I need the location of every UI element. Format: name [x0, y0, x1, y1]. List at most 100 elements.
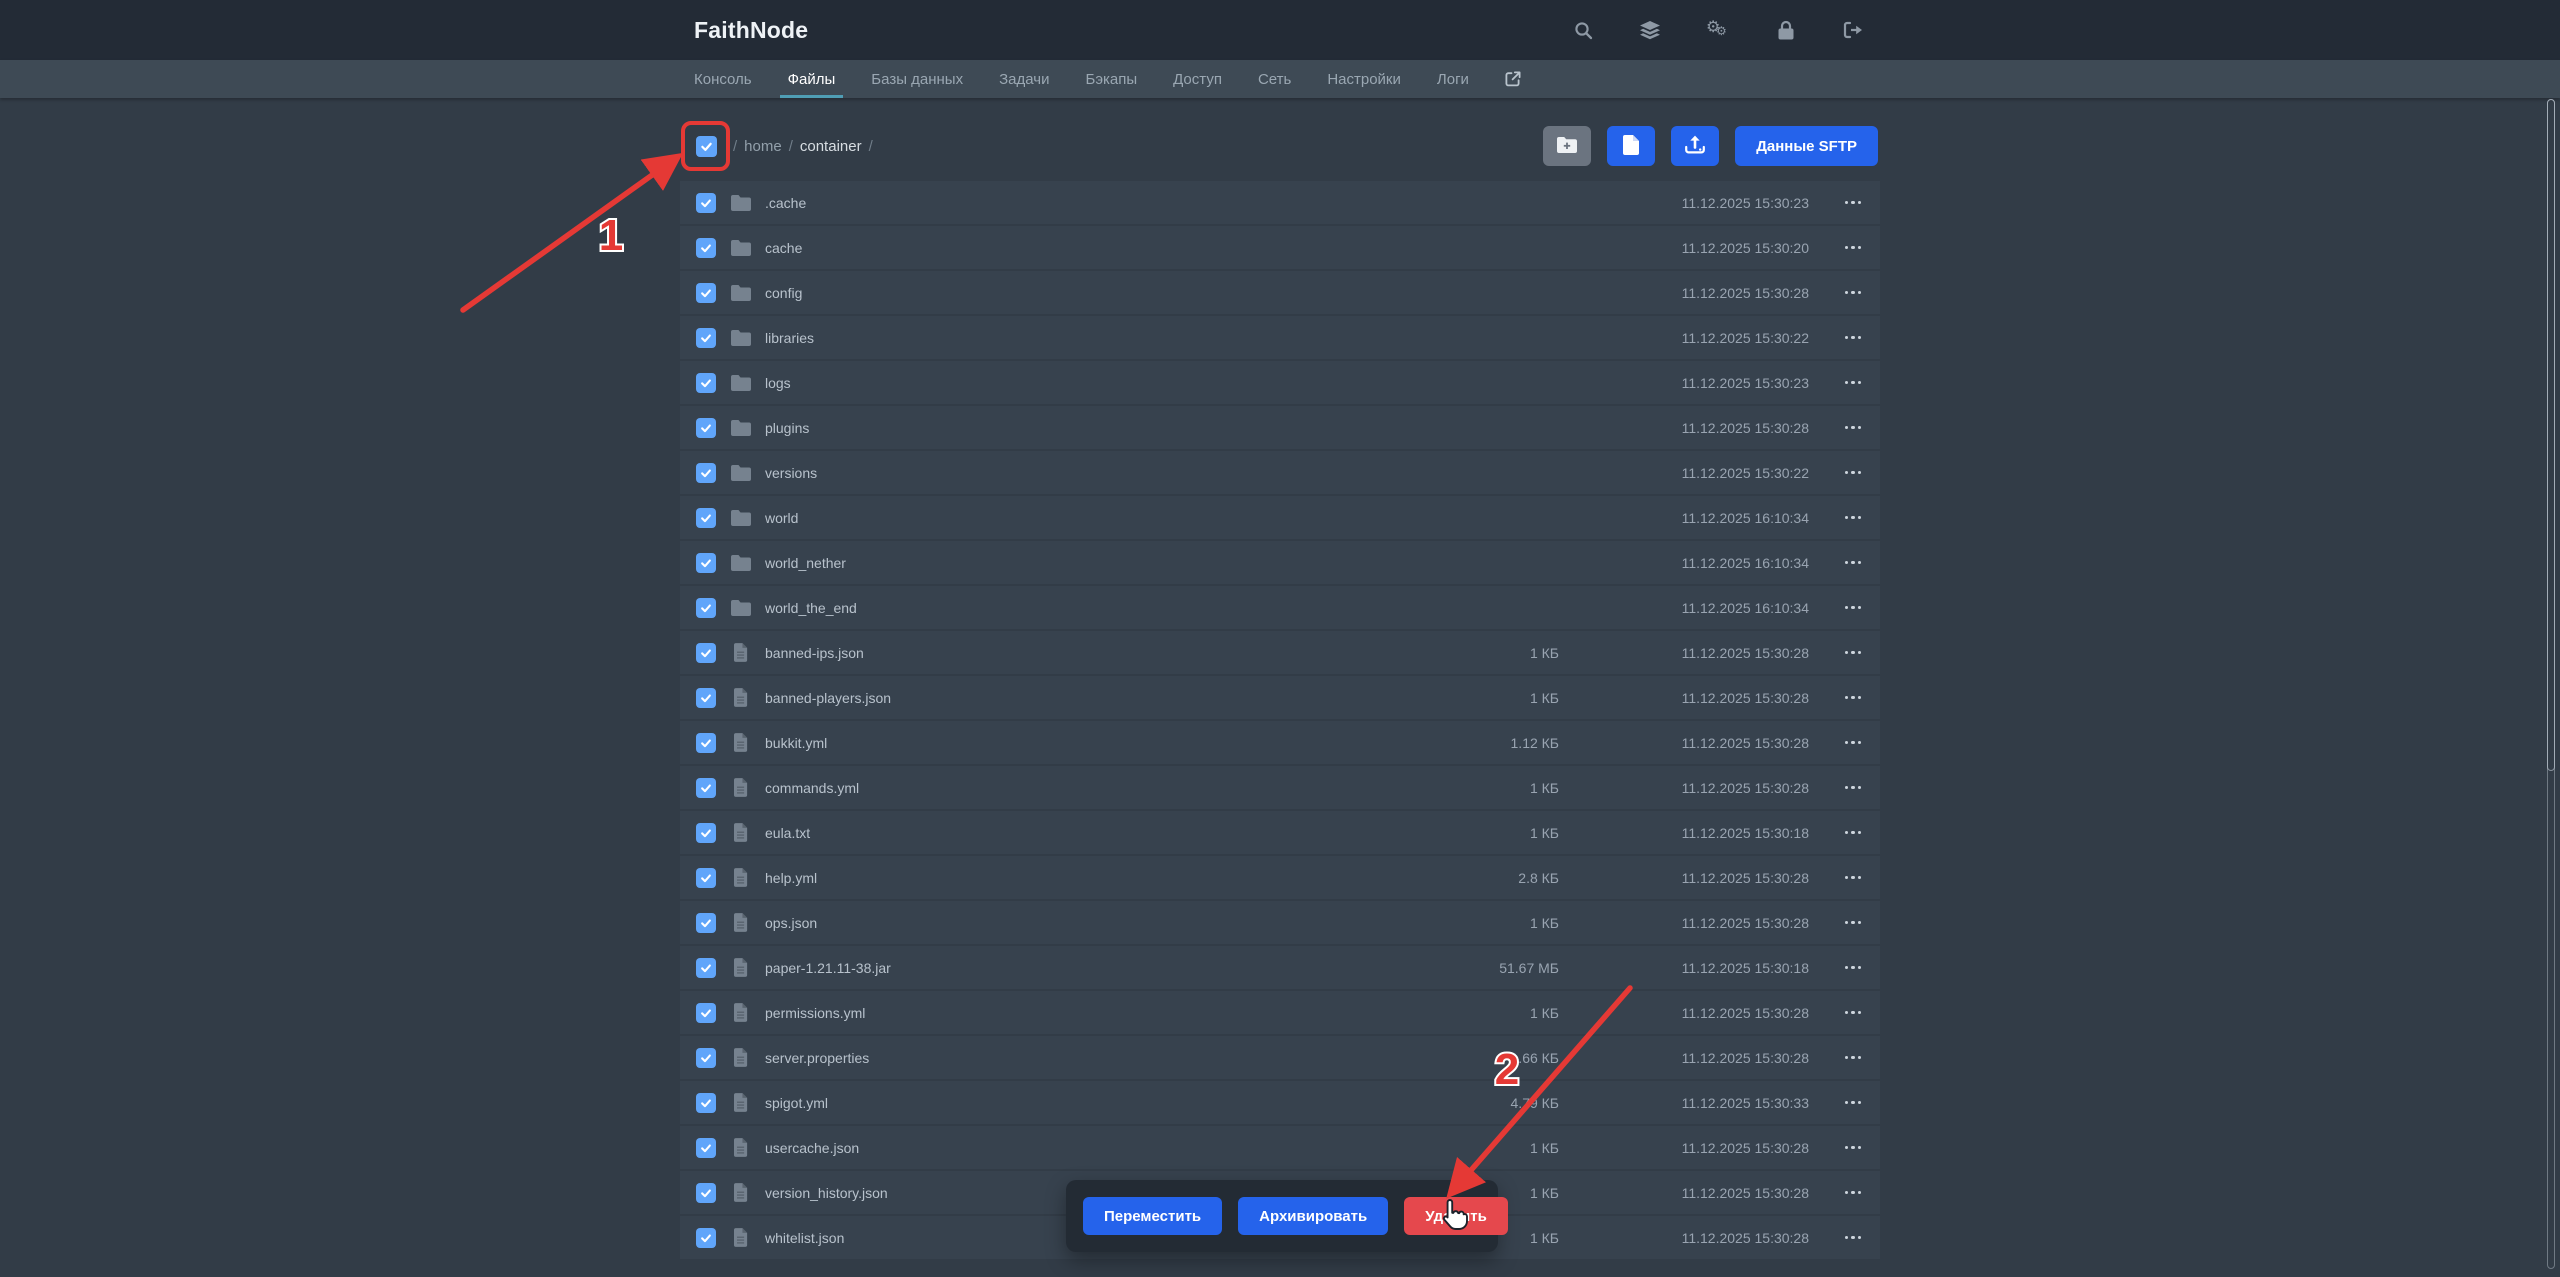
row-checkbox[interactable]	[696, 823, 716, 843]
file-row[interactable]: versions 11.12.2025 15:30:22	[680, 451, 1880, 494]
breadcrumb-current[interactable]: container	[800, 138, 862, 155]
move-button[interactable]: Переместить	[1083, 1197, 1222, 1235]
file-name: whitelist.json	[765, 1230, 844, 1246]
row-checkbox[interactable]	[696, 328, 716, 348]
row-checkbox[interactable]	[696, 688, 716, 708]
file-row[interactable]: eula.txt 1 КБ 11.12.2025 15:30:18	[680, 811, 1880, 854]
row-menu-button[interactable]	[1809, 1171, 1873, 1214]
row-menu-button[interactable]	[1809, 901, 1873, 944]
row-menu-button[interactable]	[1809, 181, 1873, 224]
row-checkbox[interactable]	[696, 508, 716, 528]
row-menu-button[interactable]	[1809, 811, 1873, 854]
file-row[interactable]: commands.yml 1 КБ 11.12.2025 15:30:28	[680, 766, 1880, 809]
row-menu-button[interactable]	[1809, 1036, 1873, 1079]
scrollbar[interactable]	[2547, 99, 2555, 1269]
tab-tasks[interactable]: Задачи	[991, 60, 1057, 98]
file-row[interactable]: bukkit.yml 1.12 КБ 11.12.2025 15:30:28	[680, 721, 1880, 764]
row-checkbox[interactable]	[696, 418, 716, 438]
row-menu-button[interactable]	[1809, 991, 1873, 1034]
tab-files[interactable]: Файлы	[780, 60, 844, 98]
row-checkbox[interactable]	[696, 193, 716, 213]
sign-out-icon[interactable]	[1842, 19, 1864, 41]
row-checkbox[interactable]	[696, 643, 716, 663]
file-row[interactable]: plugins 11.12.2025 15:30:28	[680, 406, 1880, 449]
file-row[interactable]: logs 11.12.2025 15:30:23	[680, 361, 1880, 404]
row-menu-button[interactable]	[1809, 406, 1873, 449]
file-row[interactable]: help.yml 2.8 КБ 11.12.2025 15:30:28	[680, 856, 1880, 899]
breadcrumb-slash: /	[789, 138, 793, 155]
row-checkbox[interactable]	[696, 1048, 716, 1068]
file-row[interactable]: config 11.12.2025 15:30:28	[680, 271, 1880, 314]
file-row[interactable]: spigot.yml 4.79 КБ 11.12.2025 15:30:33	[680, 1081, 1880, 1124]
row-checkbox[interactable]	[696, 868, 716, 888]
row-checkbox[interactable]	[696, 373, 716, 393]
file-row[interactable]: world_the_end 11.12.2025 16:10:34	[680, 586, 1880, 629]
row-menu-button[interactable]	[1809, 451, 1873, 494]
tab-access[interactable]: Доступ	[1165, 60, 1230, 98]
row-menu-button[interactable]	[1809, 541, 1873, 584]
row-checkbox[interactable]	[696, 1003, 716, 1023]
new-folder-button[interactable]	[1543, 126, 1591, 166]
file-row[interactable]: .cache 11.12.2025 15:30:23	[680, 181, 1880, 224]
archive-button[interactable]: Архивировать	[1238, 1197, 1388, 1235]
new-file-button[interactable]	[1607, 126, 1655, 166]
external-link-icon[interactable]	[1497, 60, 1529, 98]
lock-icon[interactable]	[1775, 19, 1797, 41]
sftp-button[interactable]: Данные SFTP	[1735, 126, 1878, 166]
tab-console[interactable]: Консоль	[686, 60, 760, 98]
row-menu-button[interactable]	[1809, 586, 1873, 629]
file-row[interactable]: cache 11.12.2025 15:30:20	[680, 226, 1880, 269]
row-menu-button[interactable]	[1809, 361, 1873, 404]
delete-button[interactable]: Удалить	[1404, 1197, 1508, 1235]
file-row[interactable]: server.properties 1.66 КБ 11.12.2025 15:…	[680, 1036, 1880, 1079]
file-row[interactable]: permissions.yml 1 КБ 11.12.2025 15:30:28	[680, 991, 1880, 1034]
row-checkbox[interactable]	[696, 1093, 716, 1113]
app-title[interactable]: FaithNode	[694, 17, 808, 44]
row-menu-button[interactable]	[1809, 856, 1873, 899]
file-row[interactable]: world 11.12.2025 16:10:34	[680, 496, 1880, 539]
row-menu-button[interactable]	[1809, 721, 1873, 764]
row-checkbox[interactable]	[696, 283, 716, 303]
search-icon[interactable]	[1572, 19, 1594, 41]
row-checkbox[interactable]	[696, 553, 716, 573]
row-checkbox[interactable]	[696, 733, 716, 753]
row-checkbox[interactable]	[696, 1183, 716, 1203]
breadcrumb-home[interactable]: home	[744, 138, 782, 155]
row-menu-button[interactable]	[1809, 946, 1873, 989]
row-menu-button[interactable]	[1809, 631, 1873, 674]
gears-icon[interactable]: ⚙⚙	[1706, 19, 1730, 41]
row-menu-button[interactable]	[1809, 226, 1873, 269]
row-menu-button[interactable]	[1809, 676, 1873, 719]
file-row[interactable]: banned-ips.json 1 КБ 11.12.2025 15:30:28	[680, 631, 1880, 674]
select-all-checkbox[interactable]	[696, 136, 717, 157]
file-row[interactable]: banned-players.json 1 КБ 11.12.2025 15:3…	[680, 676, 1880, 719]
row-checkbox[interactable]	[696, 778, 716, 798]
layers-icon[interactable]	[1639, 19, 1661, 41]
row-menu-button[interactable]	[1809, 1216, 1873, 1259]
file-row[interactable]: ops.json 1 КБ 11.12.2025 15:30:28	[680, 901, 1880, 944]
row-checkbox[interactable]	[696, 913, 716, 933]
row-checkbox[interactable]	[696, 1228, 716, 1248]
file-row[interactable]: world_nether 11.12.2025 16:10:34	[680, 541, 1880, 584]
row-checkbox[interactable]	[696, 1138, 716, 1158]
row-menu-button[interactable]	[1809, 271, 1873, 314]
tab-databases[interactable]: Базы данных	[863, 60, 971, 98]
row-checkbox[interactable]	[696, 238, 716, 258]
row-checkbox[interactable]	[696, 958, 716, 978]
tab-logs[interactable]: Логи	[1429, 60, 1477, 98]
tab-network[interactable]: Сеть	[1250, 60, 1299, 98]
file-row[interactable]: usercache.json 1 КБ 11.12.2025 15:30:28	[680, 1126, 1880, 1169]
row-menu-button[interactable]	[1809, 766, 1873, 809]
upload-button[interactable]	[1671, 126, 1719, 166]
row-menu-button[interactable]	[1809, 1081, 1873, 1124]
row-checkbox[interactable]	[696, 463, 716, 483]
row-menu-button[interactable]	[1809, 496, 1873, 539]
file-row[interactable]: paper-1.21.11-38.jar 51.67 МБ 11.12.2025…	[680, 946, 1880, 989]
row-menu-button[interactable]	[1809, 316, 1873, 359]
row-checkbox[interactable]	[696, 598, 716, 618]
tab-settings[interactable]: Настройки	[1319, 60, 1409, 98]
tab-backups[interactable]: Бэкапы	[1077, 60, 1145, 98]
row-menu-button[interactable]	[1809, 1126, 1873, 1169]
scrollbar-thumb[interactable]	[2547, 99, 2555, 771]
file-row[interactable]: libraries 11.12.2025 15:30:22	[680, 316, 1880, 359]
